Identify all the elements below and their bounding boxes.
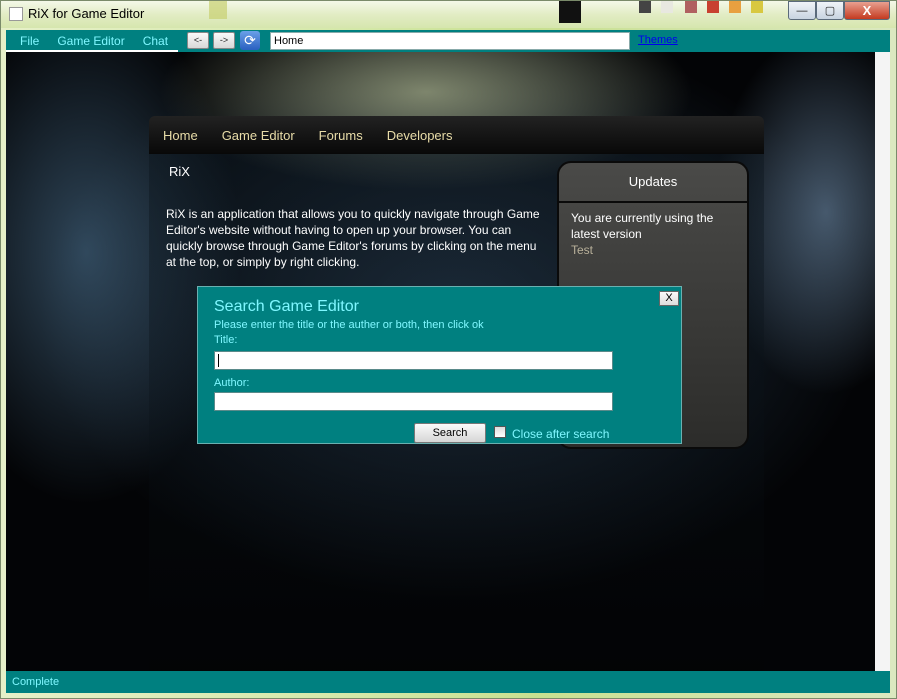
updates-text: You are currently using the latest versi… — [571, 211, 714, 241]
minimize-button[interactable]: — — [788, 1, 816, 20]
desktop-swatch — [685, 1, 697, 13]
close-after-search-label[interactable]: Close after search — [512, 427, 609, 441]
back-button[interactable]: <- — [187, 32, 209, 49]
minimize-icon: — — [796, 4, 808, 17]
menu-game-editor[interactable]: Game Editor — [48, 30, 133, 52]
page-heading: RiX — [169, 164, 190, 179]
app-window: RiX for Game Editor — ▢ X File Game Edit… — [0, 0, 897, 699]
dialog-close-button[interactable]: X — [659, 291, 679, 306]
title-input[interactable] — [214, 351, 613, 370]
refresh-button[interactable]: ⟳ — [240, 31, 260, 50]
window-title: RiX for Game Editor — [28, 6, 145, 21]
address-bar[interactable]: Home — [270, 32, 630, 50]
menu-chat[interactable]: Chat — [134, 30, 177, 52]
maximize-button[interactable]: ▢ — [816, 1, 844, 20]
themes-link[interactable]: Themes — [638, 34, 678, 46]
window-controls: — ▢ X — [788, 1, 890, 20]
search-dialog: X Search Game Editor Please enter the ti… — [197, 286, 682, 444]
desktop-swatch — [751, 1, 763, 13]
site-nav-forums[interactable]: Forums — [307, 128, 375, 143]
desktop-swatch — [707, 1, 719, 13]
intro-text: RiX is an application that allows you to… — [166, 207, 540, 269]
site-nav-home[interactable]: Home — [149, 128, 210, 143]
title-label: Title: — [214, 334, 238, 346]
author-label: Author: — [214, 377, 250, 389]
dialog-title: Search Game Editor — [214, 298, 359, 315]
desktop-swatch — [639, 1, 651, 13]
desktop-swatch — [661, 1, 673, 13]
search-button[interactable]: Search — [414, 423, 486, 443]
close-icon: X — [862, 3, 872, 18]
content-right-edge — [875, 52, 890, 671]
maximize-icon: ▢ — [824, 5, 836, 17]
dialog-description: Please enter the title or the auther or … — [214, 319, 484, 331]
desktop-swatch — [729, 1, 741, 13]
site-nav-developers[interactable]: Developers — [375, 128, 465, 143]
status-bar: Complete — [6, 671, 890, 693]
site-nav: Home Game Editor Forums Developers — [149, 116, 764, 154]
site-nav-game-editor[interactable]: Game Editor — [210, 128, 307, 143]
updates-title: Updates — [559, 163, 747, 203]
title-bar[interactable]: RiX for Game Editor — ▢ X — [1, 1, 896, 28]
forward-button[interactable]: -> — [213, 32, 235, 49]
updates-sub: Test — [571, 243, 594, 257]
text-caret — [218, 353, 219, 367]
menu-file[interactable]: File — [6, 30, 48, 52]
close-window-button[interactable]: X — [844, 1, 890, 20]
desktop-swatch — [209, 1, 227, 19]
author-input[interactable] — [214, 392, 613, 411]
app-icon — [9, 7, 23, 21]
menu-bar: File Game Editor Chat — [6, 30, 177, 52]
status-text: Complete — [12, 676, 60, 688]
toolbar: File Game Editor Chat <- -> ⟳ Home Theme… — [6, 30, 890, 52]
close-after-search-checkbox[interactable] — [494, 426, 506, 438]
desktop-swatch — [559, 1, 581, 23]
refresh-icon: ⟳ — [244, 32, 256, 48]
